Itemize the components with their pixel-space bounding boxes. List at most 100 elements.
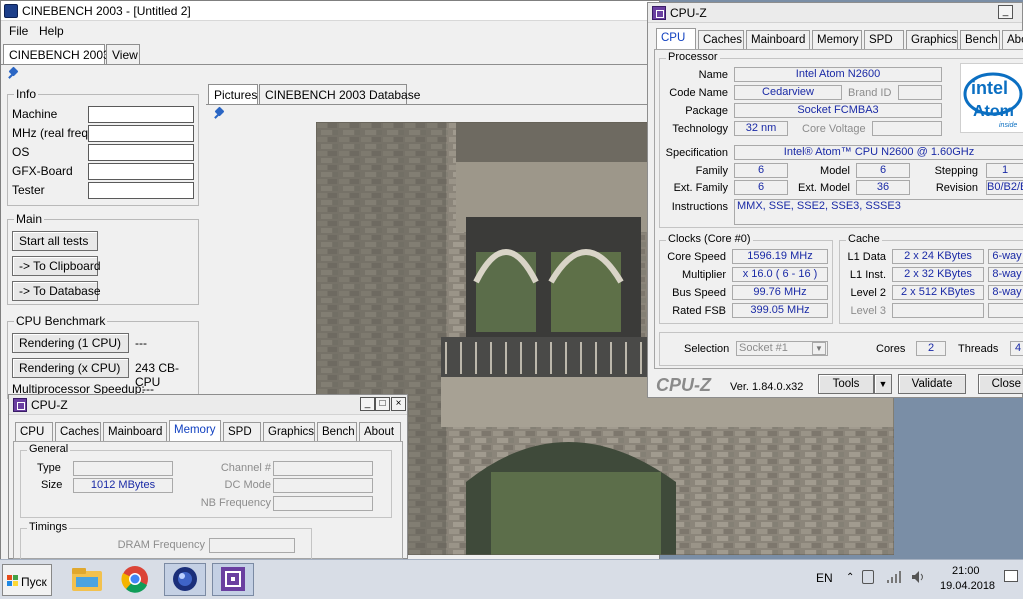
ext-family-value: 6 <box>734 180 788 195</box>
mhz-field[interactable] <box>88 125 194 142</box>
mhz-label: MHz (real freq.) <box>12 126 96 140</box>
intel-atom-logo: intel Atom inside <box>960 63 1023 133</box>
model-label: Model <box>820 165 850 177</box>
show-desktop-icon[interactable] <box>1004 570 1018 582</box>
multiplier-label: Multiplier <box>681 269 726 281</box>
cpuz-cpu-window: CPU-Z _ CPU Caches Mainboard Memory SPD … <box>647 2 1023 398</box>
l1-data-value: 2 x 24 KBytes <box>892 249 984 264</box>
menu-file[interactable]: File <box>9 24 28 38</box>
cpuz-cpu-title-bar[interactable]: CPU-Z _ <box>648 3 1022 23</box>
size-value: 1012 MBytes <box>73 478 173 493</box>
level3-way <box>988 303 1023 318</box>
tools-button[interactable]: Tools <box>818 374 874 394</box>
validate-button[interactable]: Validate <box>898 374 966 394</box>
tab-caches[interactable]: Caches <box>698 30 744 49</box>
volume-icon[interactable] <box>910 569 926 585</box>
tab-graphics[interactable]: Graphics <box>263 422 315 441</box>
rendering-xcpu-button[interactable]: Rendering (x CPU) <box>12 358 129 378</box>
threads-label: Threads <box>958 343 999 355</box>
nb-frequency-value <box>273 496 373 511</box>
tab-cpu[interactable]: CPU <box>656 28 696 49</box>
picture-tabs: Pictures CINEBENCH 2003 Database <box>208 84 658 104</box>
cpuz-mem-title-bar[interactable]: CPU-Z _ □ × <box>9 395 407 415</box>
tab-bench[interactable]: Bench <box>317 422 357 441</box>
tab-graphics[interactable]: Graphics <box>906 30 958 49</box>
clock-time[interactable]: 21:00 <box>952 565 980 577</box>
cpuz-app-icon <box>13 398 27 412</box>
language-indicator[interactable]: EN <box>816 571 833 585</box>
machine-field[interactable] <box>88 106 194 123</box>
clocks-label: Clocks (Core #0) <box>666 233 753 245</box>
explorer-icon[interactable] <box>66 563 108 596</box>
to-database-button[interactable]: -> To Database <box>12 281 101 301</box>
tab-about[interactable]: About <box>1002 30 1023 49</box>
network-icon[interactable] <box>886 570 902 584</box>
cpuz-cpu-panel: Processor Name Intel Atom N2600 Code Nam… <box>654 49 1023 369</box>
picture-tab-divider <box>206 104 659 105</box>
tab-mainboard[interactable]: Mainboard <box>103 422 167 441</box>
core-speed-value: 1596.19 MHz <box>732 249 828 264</box>
tab-view[interactable]: View <box>106 44 140 64</box>
to-clipboard-button[interactable]: -> To Clipboard <box>12 256 101 276</box>
core-voltage-value <box>872 121 942 136</box>
l1-inst-value: 2 x 32 KBytes <box>892 267 984 282</box>
cpuz-icon[interactable] <box>212 563 254 596</box>
tab-database[interactable]: CINEBENCH 2003 Database <box>259 84 420 104</box>
level3-value <box>892 303 984 318</box>
minimize-button[interactable]: _ <box>360 397 375 411</box>
cores-label: Cores <box>876 343 906 355</box>
l1-data-way: 6-way <box>988 249 1023 264</box>
level2-label: Level 2 <box>850 287 886 299</box>
cinebench-title-bar[interactable]: CINEBENCH 2003 - [Untitled 2] <box>1 1 659 21</box>
pin-icon[interactable] <box>7 68 19 80</box>
tab-spd[interactable]: SPD <box>864 30 904 49</box>
rendering-1cpu-button[interactable]: Rendering (1 CPU) <box>12 333 129 353</box>
gfx-board-field[interactable] <box>88 163 194 180</box>
windows-logo-icon <box>7 575 19 587</box>
tab-cinebench[interactable]: CINEBENCH 2003 <box>3 44 110 64</box>
tab-memory[interactable]: Memory <box>812 30 862 49</box>
gfx-board-label: GFX-Board <box>12 164 73 178</box>
cpuz-version: Ver. 1.84.0.x32 <box>730 381 804 393</box>
tab-spd[interactable]: SPD <box>223 422 261 441</box>
cores-value: 2 <box>916 341 946 356</box>
chrome-icon[interactable] <box>114 563 156 596</box>
pin-icon-pictures[interactable] <box>213 108 225 120</box>
os-field[interactable] <box>88 144 194 161</box>
code-name-value: Cedarview <box>734 85 842 100</box>
clock-date[interactable]: 19.04.2018 <box>940 580 995 592</box>
cache-group: Cache L1 Data 2 x 24 KBytes 6-way L1 Ins… <box>839 233 1023 324</box>
close-button[interactable]: × <box>391 397 406 411</box>
specification-value: Intel® Atom™ CPU N2600 @ 1.60GHz <box>734 145 1023 160</box>
tools-dropdown-icon[interactable]: ▼ <box>874 374 892 394</box>
main-group: Main Start all tests -> To Clipboard -> … <box>7 212 199 305</box>
chevron-down-icon[interactable]: ▼ <box>812 342 826 355</box>
name-label: Name <box>698 69 728 81</box>
tab-bench[interactable]: Bench <box>960 30 1000 49</box>
cpuz-memory-window: CPU-Z _ □ × CPU Caches Mainboard Memory … <box>8 394 408 568</box>
tab-caches[interactable]: Caches <box>55 422 101 441</box>
tab-mainboard[interactable]: Mainboard <box>746 30 810 49</box>
technology-label: Technology <box>672 123 728 135</box>
bus-speed-label: Bus Speed <box>672 287 726 299</box>
tab-memory[interactable]: Memory <box>169 420 221 441</box>
device-icon[interactable] <box>862 570 874 584</box>
minimize-button[interactable]: _ <box>998 5 1013 19</box>
close-button[interactable]: Close <box>978 374 1023 394</box>
tab-cpu[interactable]: CPU <box>15 422 53 441</box>
start-all-tests-button[interactable]: Start all tests <box>12 231 98 251</box>
chevron-up-icon[interactable]: ⌃ <box>846 572 854 583</box>
bus-speed-value: 99.76 MHz <box>732 285 828 300</box>
tester-field[interactable] <box>88 182 194 199</box>
menu-help[interactable]: Help <box>39 24 64 38</box>
start-button[interactable]: Пуск <box>2 564 52 596</box>
stepping-label: Stepping <box>934 165 978 177</box>
info-group-label: Info <box>14 87 39 101</box>
level2-value: 2 x 512 KBytes <box>892 285 984 300</box>
maximize-button[interactable]: □ <box>375 397 390 411</box>
inside-logo-text: inside <box>999 122 1017 129</box>
dram-frequency-value <box>209 538 295 553</box>
tab-about[interactable]: About <box>359 422 401 441</box>
cinebench-icon[interactable] <box>164 563 206 596</box>
tab-pictures[interactable]: Pictures <box>208 84 258 104</box>
